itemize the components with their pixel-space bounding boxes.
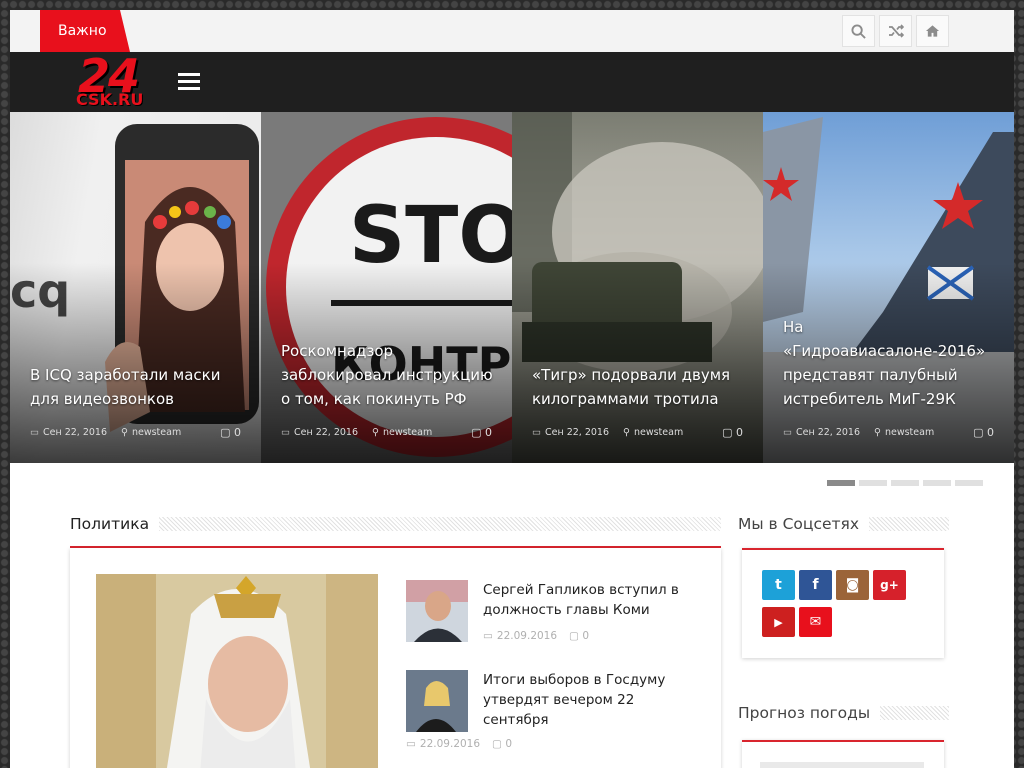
calendar-icon: ▭ [532, 427, 541, 438]
slide-author[interactable]: newsteam [132, 427, 181, 438]
breaking-news-label[interactable]: Важно [40, 10, 130, 52]
slide-author[interactable]: newsteam [383, 427, 432, 438]
slide-meta: ▭ Сен 22, 2016 ⚲ newsteam ▢ 0 [532, 426, 743, 439]
slide-title[interactable]: В ICQ заработали маски для видеозвонков [30, 363, 247, 411]
slide[interactable]: STO КОНТРО Роскомнадзор заблокировал инс… [261, 112, 512, 463]
politics-heading: Политика [70, 515, 721, 533]
slider-pagination [827, 480, 987, 486]
home-button[interactable] [916, 15, 949, 47]
home-icon [925, 25, 940, 37]
top-bar: Важно [10, 10, 1014, 52]
slide-meta: ▭ Сен 22, 2016 ⚲ newsteam ▢ 0 [783, 426, 994, 439]
weather-widget [760, 762, 924, 768]
news-title[interactable]: Итоги выборов в Госдуму утвердят вечером… [483, 670, 683, 730]
google-plus-icon: g+ [880, 578, 899, 592]
search-icon [851, 23, 866, 39]
comment-icon: ▢ 0 [569, 630, 589, 642]
slide-comments[interactable]: 0 [987, 426, 994, 439]
pagination-dot[interactable] [859, 480, 887, 486]
facebook-icon: f [812, 577, 819, 593]
calendar-icon: ▭ [30, 427, 39, 438]
page-wrapper: Важно 24 CSK.RU cq [10, 10, 1014, 768]
calendar-icon: ▭ [406, 738, 416, 750]
user-icon: ⚲ [121, 427, 128, 438]
slide-comments[interactable]: 0 [736, 426, 743, 439]
slide-meta: ▭ Сен 22, 2016 ⚲ newsteam ▢ 0 [281, 426, 492, 439]
slide-date: Сен 22, 2016 [795, 427, 860, 438]
pagination-dot[interactable] [891, 480, 919, 486]
slide-title[interactable]: Роскомнадзор заблокировал инструкцию о т… [281, 339, 498, 411]
logo-text: CSK.RU [76, 90, 144, 109]
shuffle-icon [888, 24, 904, 38]
search-button[interactable] [842, 15, 875, 47]
slide-title[interactable]: На «Гидроавиасалоне-2016» представят пал… [783, 315, 1000, 411]
news-meta: ▭ 22.09.2016 ▢ 0 [483, 630, 589, 642]
hamburger-icon [178, 73, 200, 76]
user-icon: ⚲ [874, 427, 881, 438]
slide-author[interactable]: newsteam [634, 427, 683, 438]
site-logo[interactable]: 24 CSK.RU [74, 49, 162, 111]
slide-meta: ▭ Сен 22, 2016 ⚲ newsteam ▢ 0 [30, 426, 241, 439]
news-meta: ▭ 22.09.2016 ▢ 0 [406, 738, 512, 750]
pagination-dot[interactable] [955, 480, 983, 486]
slide[interactable]: «Тигр» подорвали двумя килограммами трот… [512, 112, 763, 463]
google-plus-button[interactable]: g+ [873, 570, 906, 600]
social-card: t f ◙ g+ ▶ ✉ [742, 548, 944, 658]
social-heading: Мы в Соцсетях [738, 515, 949, 533]
comment-icon: ▢ 0 [492, 738, 512, 750]
featured-article-image[interactable] [96, 574, 378, 768]
calendar-icon: ▭ [783, 427, 792, 438]
pagination-dot[interactable] [923, 480, 951, 486]
politics-card: Сергей Гапликов вступил в должность глав… [70, 548, 721, 768]
email-icon: ✉ [809, 614, 822, 630]
youtube-icon: ▶ [774, 615, 783, 629]
comment-icon: ▢ 0 [973, 426, 994, 439]
site-header: 24 CSK.RU [10, 49, 1014, 112]
comment-icon: ▢ 0 [722, 426, 743, 439]
weather-heading: Прогноз погоды [738, 704, 949, 722]
menu-toggle-button[interactable] [178, 73, 200, 91]
email-button[interactable]: ✉ [799, 607, 832, 637]
section-title[interactable]: Мы в Соцсетях [738, 515, 869, 533]
news-comments[interactable]: 0 [582, 630, 589, 642]
twitter-button[interactable]: t [762, 570, 795, 600]
section-title[interactable]: Прогноз погоды [738, 704, 880, 722]
comment-icon: ▢ 0 [220, 426, 241, 439]
youtube-button[interactable]: ▶ [762, 607, 795, 637]
news-date: 22.09.2016 [419, 738, 481, 750]
news-comments[interactable]: 0 [505, 738, 512, 750]
slide[interactable]: На «Гидроавиасалоне-2016» представят пал… [763, 112, 1014, 463]
twitter-icon: t [775, 577, 782, 593]
slide-comments[interactable]: 0 [485, 426, 492, 439]
slide-comments[interactable]: 0 [234, 426, 241, 439]
pagination-dot[interactable] [827, 480, 855, 486]
news-thumbnail[interactable] [406, 670, 468, 732]
user-icon: ⚲ [372, 427, 379, 438]
calendar-icon: ▭ [483, 630, 493, 642]
slide-date: Сен 22, 2016 [544, 427, 609, 438]
comment-icon: ▢ 0 [471, 426, 492, 439]
section-title[interactable]: Политика [70, 515, 159, 533]
facebook-button[interactable]: f [799, 570, 832, 600]
user-icon: ⚲ [623, 427, 630, 438]
slide-date: Сен 22, 2016 [42, 427, 107, 438]
slide[interactable]: cq В ICQ заработали маски для видеозвонк… [10, 112, 261, 463]
news-date: 22.09.2016 [496, 630, 558, 642]
slide-author[interactable]: newsteam [885, 427, 934, 438]
calendar-icon: ▭ [281, 427, 290, 438]
random-article-button[interactable] [879, 15, 912, 47]
news-thumbnail[interactable] [406, 580, 468, 642]
instagram-button[interactable]: ◙ [836, 570, 869, 600]
news-title[interactable]: Сергей Гапликов вступил в должность глав… [483, 580, 683, 620]
featured-slider: cq В ICQ заработали маски для видеозвонк… [10, 112, 1014, 463]
weather-card [742, 740, 944, 768]
instagram-icon: ◙ [845, 577, 860, 593]
slide-date: Сен 22, 2016 [293, 427, 358, 438]
slide-title[interactable]: «Тигр» подорвали двумя килограммами трот… [532, 363, 749, 411]
